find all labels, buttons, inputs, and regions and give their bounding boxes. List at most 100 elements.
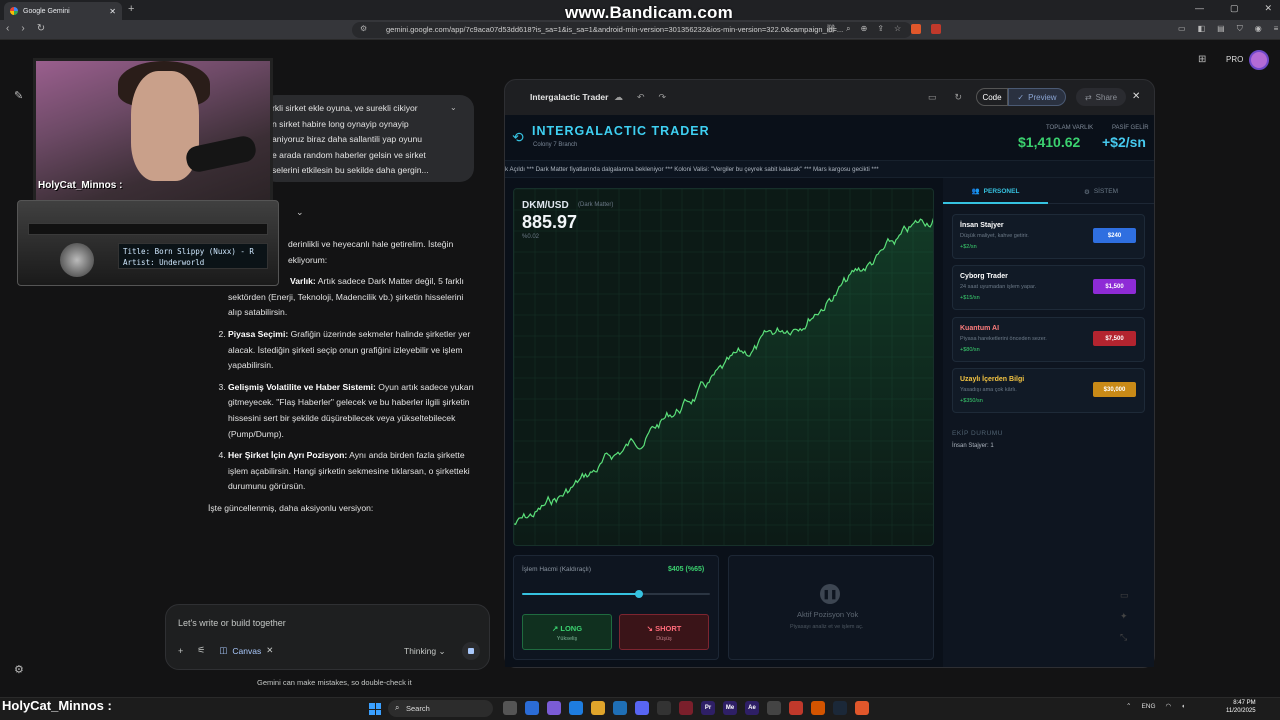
song-artist: Artist: Underworld	[123, 258, 205, 267]
site-info-icon[interactable]: ⚙	[360, 24, 367, 33]
close-tab-icon[interactable]: ✕	[109, 7, 116, 16]
new-tab-button[interactable]: +	[128, 3, 134, 15]
app-icon[interactable]	[569, 701, 583, 715]
app-icon[interactable]	[657, 701, 671, 715]
share-page-icon[interactable]: ⇪	[877, 24, 884, 34]
app-icon[interactable]	[767, 701, 781, 715]
console-icon[interactable]: ▭	[928, 92, 937, 103]
avatar[interactable]	[1249, 50, 1269, 70]
position-title: Aktif Pozisyon Yok	[797, 610, 859, 619]
reader-icon[interactable]: ▤	[1217, 24, 1225, 34]
zoom-icon[interactable]: ⊕	[861, 24, 868, 34]
canvas-chip[interactable]: ◫ Canvas ✕	[219, 645, 273, 656]
close-window-icon[interactable]: ✕	[1264, 3, 1272, 14]
prompt-box[interactable]	[165, 604, 490, 670]
refresh-icon[interactable]: ↻	[955, 92, 963, 103]
remove-canvas-icon[interactable]: ✕	[266, 645, 273, 656]
taskbar-clock[interactable]: 8:47 PM 11/20/2025	[1226, 699, 1256, 715]
staff-desc: 24 saat uyumadan işlem yapar.	[960, 284, 1037, 290]
vpn-icon[interactable]: ⛉	[1237, 24, 1243, 34]
forward-icon[interactable]: ›	[21, 23, 24, 34]
media-encoder-icon[interactable]: Me	[723, 701, 737, 715]
taskbar-apps: Pr Me Ae	[503, 701, 869, 715]
news-ticker: k Açıldı *** Dark Matter fiyatlarında da…	[505, 166, 879, 173]
app-icon[interactable]	[789, 701, 803, 715]
settings-icon[interactable]: ⚙	[14, 663, 24, 676]
search-app-icon[interactable]	[811, 701, 825, 715]
profile-icon[interactable]: ◉	[1255, 24, 1262, 34]
redo-icon[interactable]: ↷	[659, 92, 667, 103]
app-icon[interactable]	[525, 701, 539, 715]
sidebar-toggle-icon[interactable]: ◧	[1198, 24, 1206, 34]
steam-icon[interactable]	[833, 701, 847, 715]
extension-icon[interactable]	[931, 24, 942, 34]
radio-screen: Title: Born Slippy (Nuxx) - R Artist: Un…	[118, 243, 268, 269]
staff-card: İnsan Stajyer Düşük maliyet, kahve getir…	[952, 214, 1145, 259]
lang-indicator[interactable]: ENG	[1141, 703, 1155, 710]
user-message-line: aniyoruz biraz daha sallantili yap oyunu	[272, 134, 423, 145]
hire-button[interactable]: $240	[1093, 228, 1136, 243]
volume-slider-thumb[interactable]	[634, 590, 643, 598]
preview-tab[interactable]: ✓ Preview	[1008, 88, 1066, 106]
webcam-name-tag: HolyCat_Minnos :	[38, 180, 123, 191]
comment-icon[interactable]: ▭	[1120, 590, 1129, 601]
link-icon[interactable]: ⛓	[826, 24, 836, 34]
task-view-icon[interactable]	[503, 701, 517, 715]
discord-icon[interactable]	[635, 701, 649, 715]
url-text: gemini.google.com/app/7c9aca07d53dd618?i…	[386, 25, 844, 34]
short-button[interactable]: ↘ SHORT Düşüş	[619, 614, 709, 650]
browser-tab[interactable]: Google Gemini ✕	[4, 2, 122, 20]
show-thinking-icon[interactable]: ⌄	[296, 207, 304, 218]
gem-icon[interactable]: ⊞	[1198, 54, 1206, 65]
new-chat-icon[interactable]: ✎	[14, 89, 23, 102]
back-icon[interactable]: ‹	[6, 23, 9, 34]
model-selector[interactable]: Thinking ⌄	[404, 646, 446, 657]
minimize-icon[interactable]: —	[1195, 3, 1204, 14]
tab-sistem[interactable]: ⚙ SİSTEM	[1048, 180, 1154, 204]
taskbar-search[interactable]: ⌕ Search	[388, 700, 493, 717]
tray-chevron-icon[interactable]: ⌃	[1126, 702, 1131, 710]
volume-icon[interactable]: ◖	[1181, 703, 1185, 710]
file-explorer-icon[interactable]	[591, 701, 605, 715]
windows-start-icon[interactable]	[369, 703, 381, 715]
tools-icon[interactable]: ⚟	[197, 645, 205, 656]
expand-message-icon[interactable]: ⌄	[450, 103, 457, 112]
app-icon[interactable]	[679, 701, 693, 715]
premiere-icon[interactable]: Pr	[701, 701, 715, 715]
app-icon[interactable]	[547, 701, 561, 715]
tab-sistem-label: SİSTEM	[1093, 188, 1119, 195]
game-subtitle: Colony 7 Branch	[533, 142, 578, 148]
reload-icon[interactable]: ↻	[37, 23, 45, 34]
long-button[interactable]: ↗ LONG Yükseliş	[522, 614, 612, 650]
brave-shield-icon[interactable]	[911, 24, 922, 34]
add-icon[interactable]: +	[178, 646, 183, 656]
undo-icon[interactable]: ↶	[637, 92, 645, 103]
stop-button[interactable]	[462, 642, 480, 660]
app-icon[interactable]	[613, 701, 627, 715]
hire-button[interactable]: $7,500	[1093, 331, 1136, 346]
code-tab[interactable]: Code	[976, 88, 1008, 106]
after-effects-icon[interactable]: Ae	[745, 701, 759, 715]
wifi-icon[interactable]: ◠	[1166, 702, 1172, 710]
brave-icon[interactable]	[855, 701, 869, 715]
close-canvas-icon[interactable]: ✕	[1132, 91, 1140, 102]
taskbar-name-tag: HolyCat_Minnos :	[2, 698, 112, 713]
tab-personel[interactable]: 👥 PERSONEL	[943, 180, 1048, 204]
staff-name: Cyborg Trader	[960, 273, 1008, 280]
translate-icon[interactable]: ⌕	[846, 24, 850, 34]
wallet-icon[interactable]: ▭	[1178, 24, 1186, 34]
prompt-placeholder[interactable]: Let's write or build together	[178, 618, 286, 628]
menu-icon[interactable]: ≡	[1274, 24, 1279, 34]
chart-symbol: DKM/USD	[522, 200, 569, 211]
hire-button[interactable]: $1,500	[1093, 279, 1136, 294]
star-icon[interactable]: ☆	[894, 24, 901, 34]
maximize-icon[interactable]: ▢	[1230, 3, 1239, 14]
staff-card: Kuantum AI Piyasa hareketlerini önceden …	[952, 317, 1145, 362]
sparkle-icon[interactable]: ✦	[1120, 611, 1129, 622]
clock-date: 11/20/2025	[1226, 708, 1256, 714]
share-button[interactable]: ⇄ Share	[1076, 88, 1126, 106]
expand-icon[interactable]: ⤡	[1120, 632, 1129, 643]
hire-button[interactable]: $30,000	[1093, 382, 1136, 397]
cloud-icon: ☁	[614, 92, 623, 102]
window-controls: — ▢ ✕	[1195, 3, 1272, 14]
